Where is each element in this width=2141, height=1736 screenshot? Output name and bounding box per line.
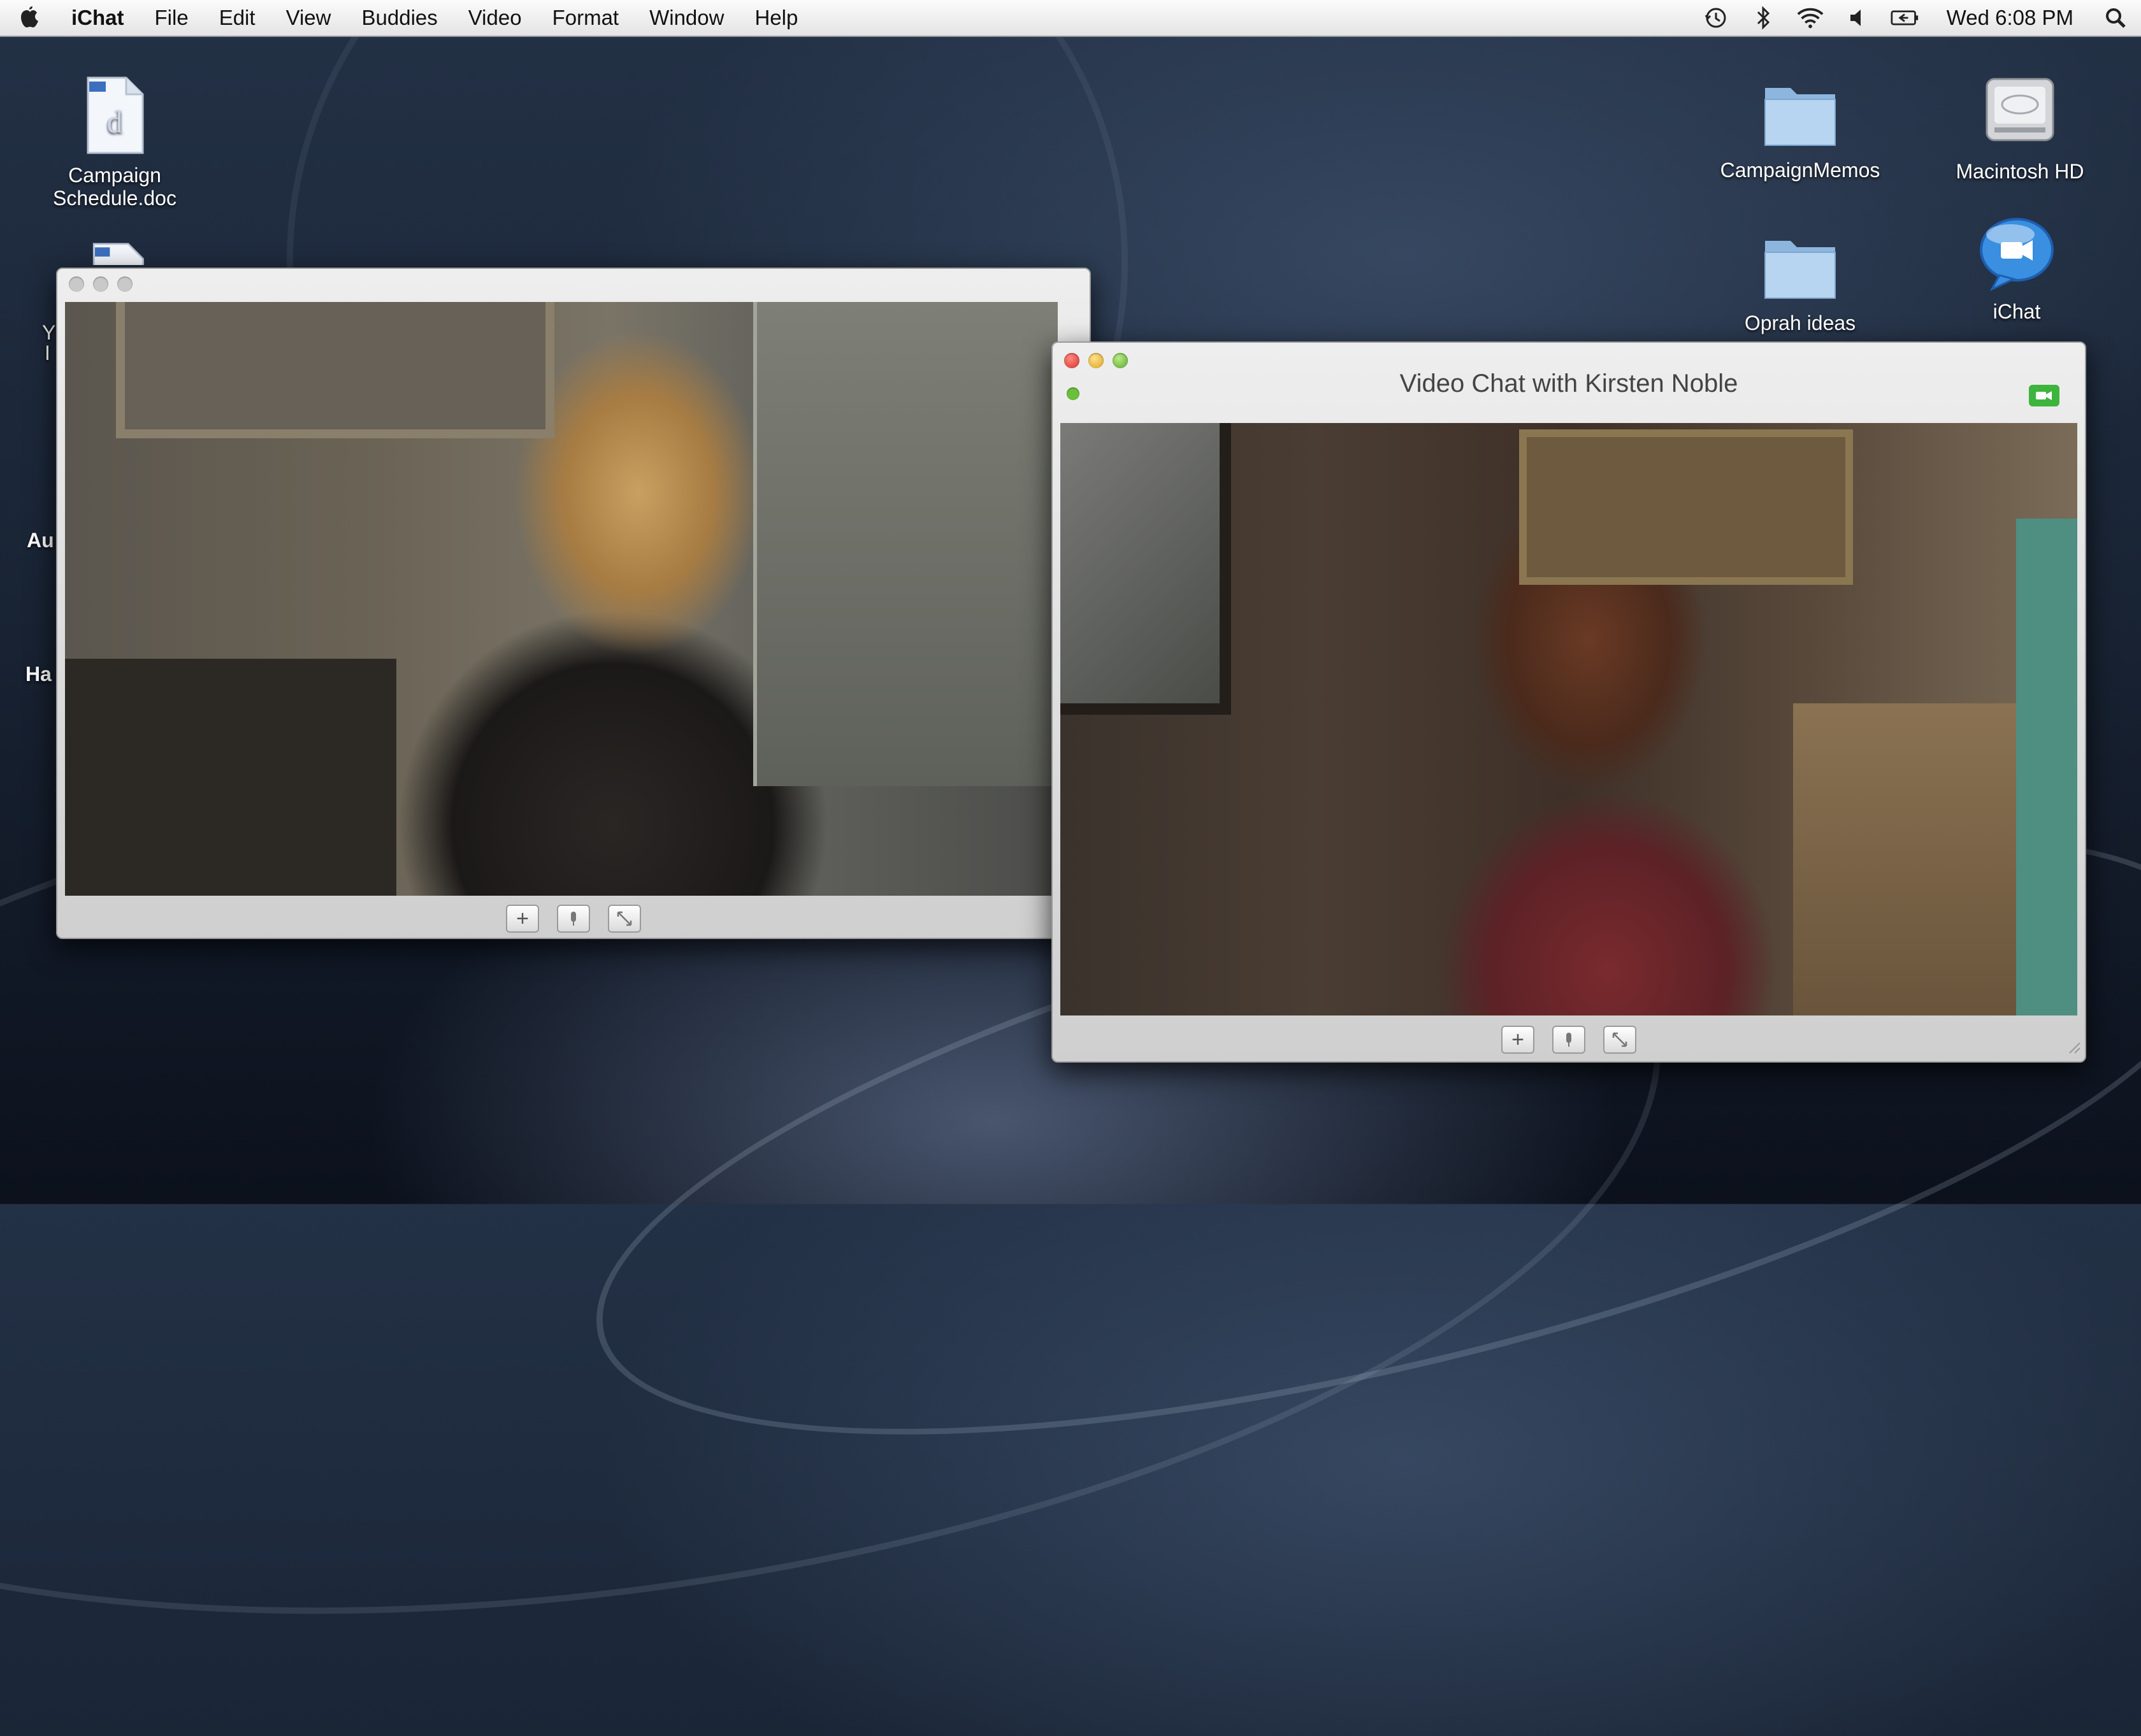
minimize-button[interactable]: [93, 276, 108, 292]
desktop-icon-campaign-schedule[interactable]: d Campaign Schedule.doc: [25, 75, 204, 210]
menu-file[interactable]: File: [140, 6, 204, 30]
folder-icon: [1759, 88, 1842, 155]
remote-video-feed: [1060, 423, 2077, 1015]
zoom-button[interactable]: [117, 276, 133, 292]
hard-drive-icon: [1982, 78, 2058, 156]
apple-logo-icon[interactable]: [0, 6, 56, 29]
self-view-window[interactable]: +: [56, 268, 1091, 939]
close-button[interactable]: [69, 276, 84, 292]
ichat-icon: [1975, 218, 2058, 296]
window-title: Video Chat with Kirsten Noble: [1399, 369, 1738, 398]
microphone-icon[interactable]: [557, 905, 590, 933]
microphone-icon[interactable]: [1552, 1026, 1585, 1054]
volume-icon[interactable]: [1843, 4, 1871, 32]
video-shelf: [753, 302, 1058, 786]
document-icon: d: [83, 76, 147, 160]
menu-format[interactable]: Format: [537, 6, 635, 30]
menu-bar: iChat File Edit View Buddies Video Forma…: [0, 0, 2141, 37]
plus-icon[interactable]: +: [506, 905, 539, 933]
desktop-icon-label: CampaignMemos: [1720, 159, 1880, 182]
menu-help[interactable]: Help: [739, 6, 813, 30]
desktop-icon-label: iChat: [1993, 300, 2041, 323]
time-machine-icon[interactable]: [1702, 4, 1730, 32]
menu-video[interactable]: Video: [453, 6, 537, 30]
minimize-button[interactable]: [1088, 353, 1104, 368]
desktop-icon-label: Campaign Schedule.doc: [53, 164, 177, 210]
battery-icon[interactable]: [1891, 4, 1919, 32]
menu-window[interactable]: Window: [634, 6, 739, 30]
partial-desktop-label: Au: [27, 529, 54, 552]
partial-desktop-label: Ha: [25, 663, 52, 685]
window-controls: [1064, 353, 1128, 368]
resize-handle-icon[interactable]: [2065, 1038, 2081, 1058]
video-controls: +: [57, 905, 1090, 933]
plus-icon[interactable]: +: [1501, 1026, 1534, 1054]
video-controls: +: [1053, 1026, 2085, 1054]
camera-status-icon[interactable]: [2029, 385, 2059, 406]
folder-icon: [1759, 241, 1842, 308]
partial-desktop-label: I: [45, 341, 50, 364]
zoom-button[interactable]: [1113, 353, 1128, 368]
spotlight-icon[interactable]: [2101, 4, 2130, 32]
desktop-icon-label: Oprah ideas: [1744, 312, 1856, 334]
wifi-icon[interactable]: [1796, 4, 1824, 32]
desktop-icon-campaign-memos[interactable]: CampaignMemos: [1695, 74, 1905, 182]
video-side-table: [65, 659, 396, 896]
bluetooth-icon[interactable]: [1749, 4, 1777, 32]
video-frame-art: [116, 302, 554, 438]
fullscreen-icon[interactable]: [1603, 1026, 1636, 1054]
close-button[interactable]: [1064, 353, 1079, 368]
status-indicator-icon: [1067, 387, 1079, 400]
desktop-icon-label: Macintosh HD: [1956, 160, 2084, 183]
menu-buddies[interactable]: Buddies: [347, 6, 453, 30]
menu-view[interactable]: View: [271, 6, 347, 30]
video-chat-window[interactable]: Video Chat with Kirsten Noble +: [1051, 341, 2086, 1063]
video-fridge: [2016, 519, 2077, 1015]
video-window-pane: [1060, 423, 1231, 715]
status-area: Wed 6:08 PM: [1702, 0, 2130, 36]
window-controls: [69, 276, 133, 292]
menu-edit[interactable]: Edit: [204, 6, 271, 30]
document-icon[interactable]: [89, 240, 147, 265]
menu-app-name[interactable]: iChat: [56, 6, 140, 30]
menu-clock[interactable]: Wed 6:08 PM: [1938, 6, 2082, 30]
svg-text:d: d: [107, 104, 123, 140]
desktop-icon-oprah-ideas[interactable]: Oprah ideas: [1708, 227, 1892, 334]
fullscreen-icon[interactable]: [608, 905, 641, 933]
desktop-icon-macintosh-hd[interactable]: Macintosh HD: [1924, 71, 2116, 183]
partial-desktop-label: Y: [42, 321, 56, 344]
desktop-icon-ichat[interactable]: iChat: [1969, 215, 2065, 323]
video-artwork: [1519, 429, 1853, 585]
self-video-feed: [65, 302, 1058, 896]
